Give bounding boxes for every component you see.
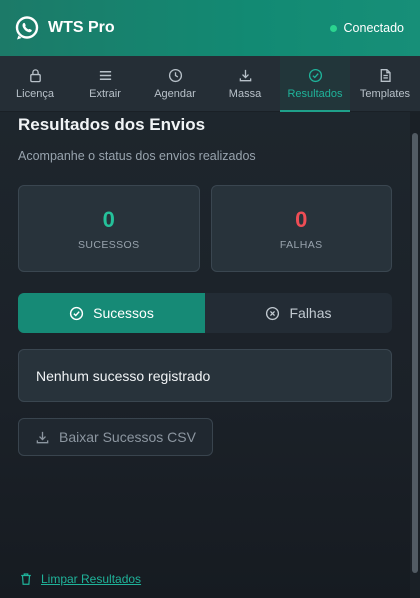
whatsapp-icon (15, 16, 39, 40)
results-segmented-control: Sucessos Falhas (18, 293, 392, 333)
clear-results-label: Limpar Resultados (41, 572, 142, 586)
page-subtitle: Acompanhe o status dos envios realizados (18, 149, 256, 163)
success-stat-label: SUCESSOS (77, 238, 140, 251)
tab-extrair[interactable]: Extrair (70, 56, 140, 111)
fail-count: 0 (295, 206, 308, 232)
page-title: Resultados dos Envios (18, 115, 206, 134)
success-segment-label: Sucessos (93, 305, 154, 321)
tab-label: Agendar (154, 87, 196, 100)
connection-status: Conectado (329, 21, 404, 35)
stats-cards: 0 SUCESSOS 0 FALHAS (18, 185, 392, 272)
success-stat-card: 0 SUCESSOS (18, 185, 200, 272)
check-circle-icon (70, 306, 84, 320)
document-icon (380, 68, 391, 82)
fail-stat-card: 0 FALHAS (210, 185, 392, 272)
tab-label: Templates (359, 87, 411, 100)
fail-stat-label: FALHAS (279, 238, 323, 251)
fail-segment-button[interactable]: Falhas (205, 293, 392, 333)
empty-message: Nenhum sucesso registrado (36, 367, 211, 384)
results-list-empty: Nenhum sucesso registrado (18, 349, 392, 402)
tab-bar: Licença Extrair Agendar Massa Resultados… (0, 56, 420, 112)
tab-label: Licença (16, 87, 54, 100)
app-header: WTS Pro Conectado (0, 0, 420, 56)
menu-lines-icon (99, 70, 111, 80)
scrollbar-thumb[interactable] (412, 133, 418, 573)
tab-templates[interactable]: Templates (350, 56, 420, 111)
app-title: WTS Pro (48, 19, 115, 36)
success-segment-button[interactable]: Sucessos (18, 293, 205, 333)
download-csv-button[interactable]: Baixar Sucessos CSV (18, 418, 213, 456)
download-button-label: Baixar Sucessos CSV (59, 429, 196, 445)
tab-label: Extrair (89, 87, 121, 100)
tab-label: Massa (228, 87, 262, 100)
fail-segment-label: Falhas (289, 305, 332, 321)
download-icon (239, 69, 251, 81)
results-panel: Resultados dos Envios Acompanhe o status… (0, 112, 410, 598)
check-circle-icon (308, 68, 322, 82)
tab-massa[interactable]: Massa (210, 56, 280, 111)
lock-icon (29, 68, 41, 82)
clear-results-link[interactable]: Limpar Resultados (19, 572, 141, 586)
clock-icon (168, 68, 182, 82)
brand: WTS Pro (14, 15, 115, 41)
success-count: 0 (102, 206, 115, 232)
status-dot-icon (329, 24, 337, 32)
x-circle-icon (266, 306, 280, 320)
tab-label: Resultados (287, 87, 343, 100)
trash-icon (21, 573, 31, 585)
download-icon (36, 431, 49, 443)
tab-resultados[interactable]: Resultados (280, 56, 350, 112)
tab-agendar[interactable]: Agendar (140, 56, 210, 111)
tab-licenca[interactable]: Licença (0, 56, 70, 111)
status-label: Conectado (343, 21, 404, 35)
